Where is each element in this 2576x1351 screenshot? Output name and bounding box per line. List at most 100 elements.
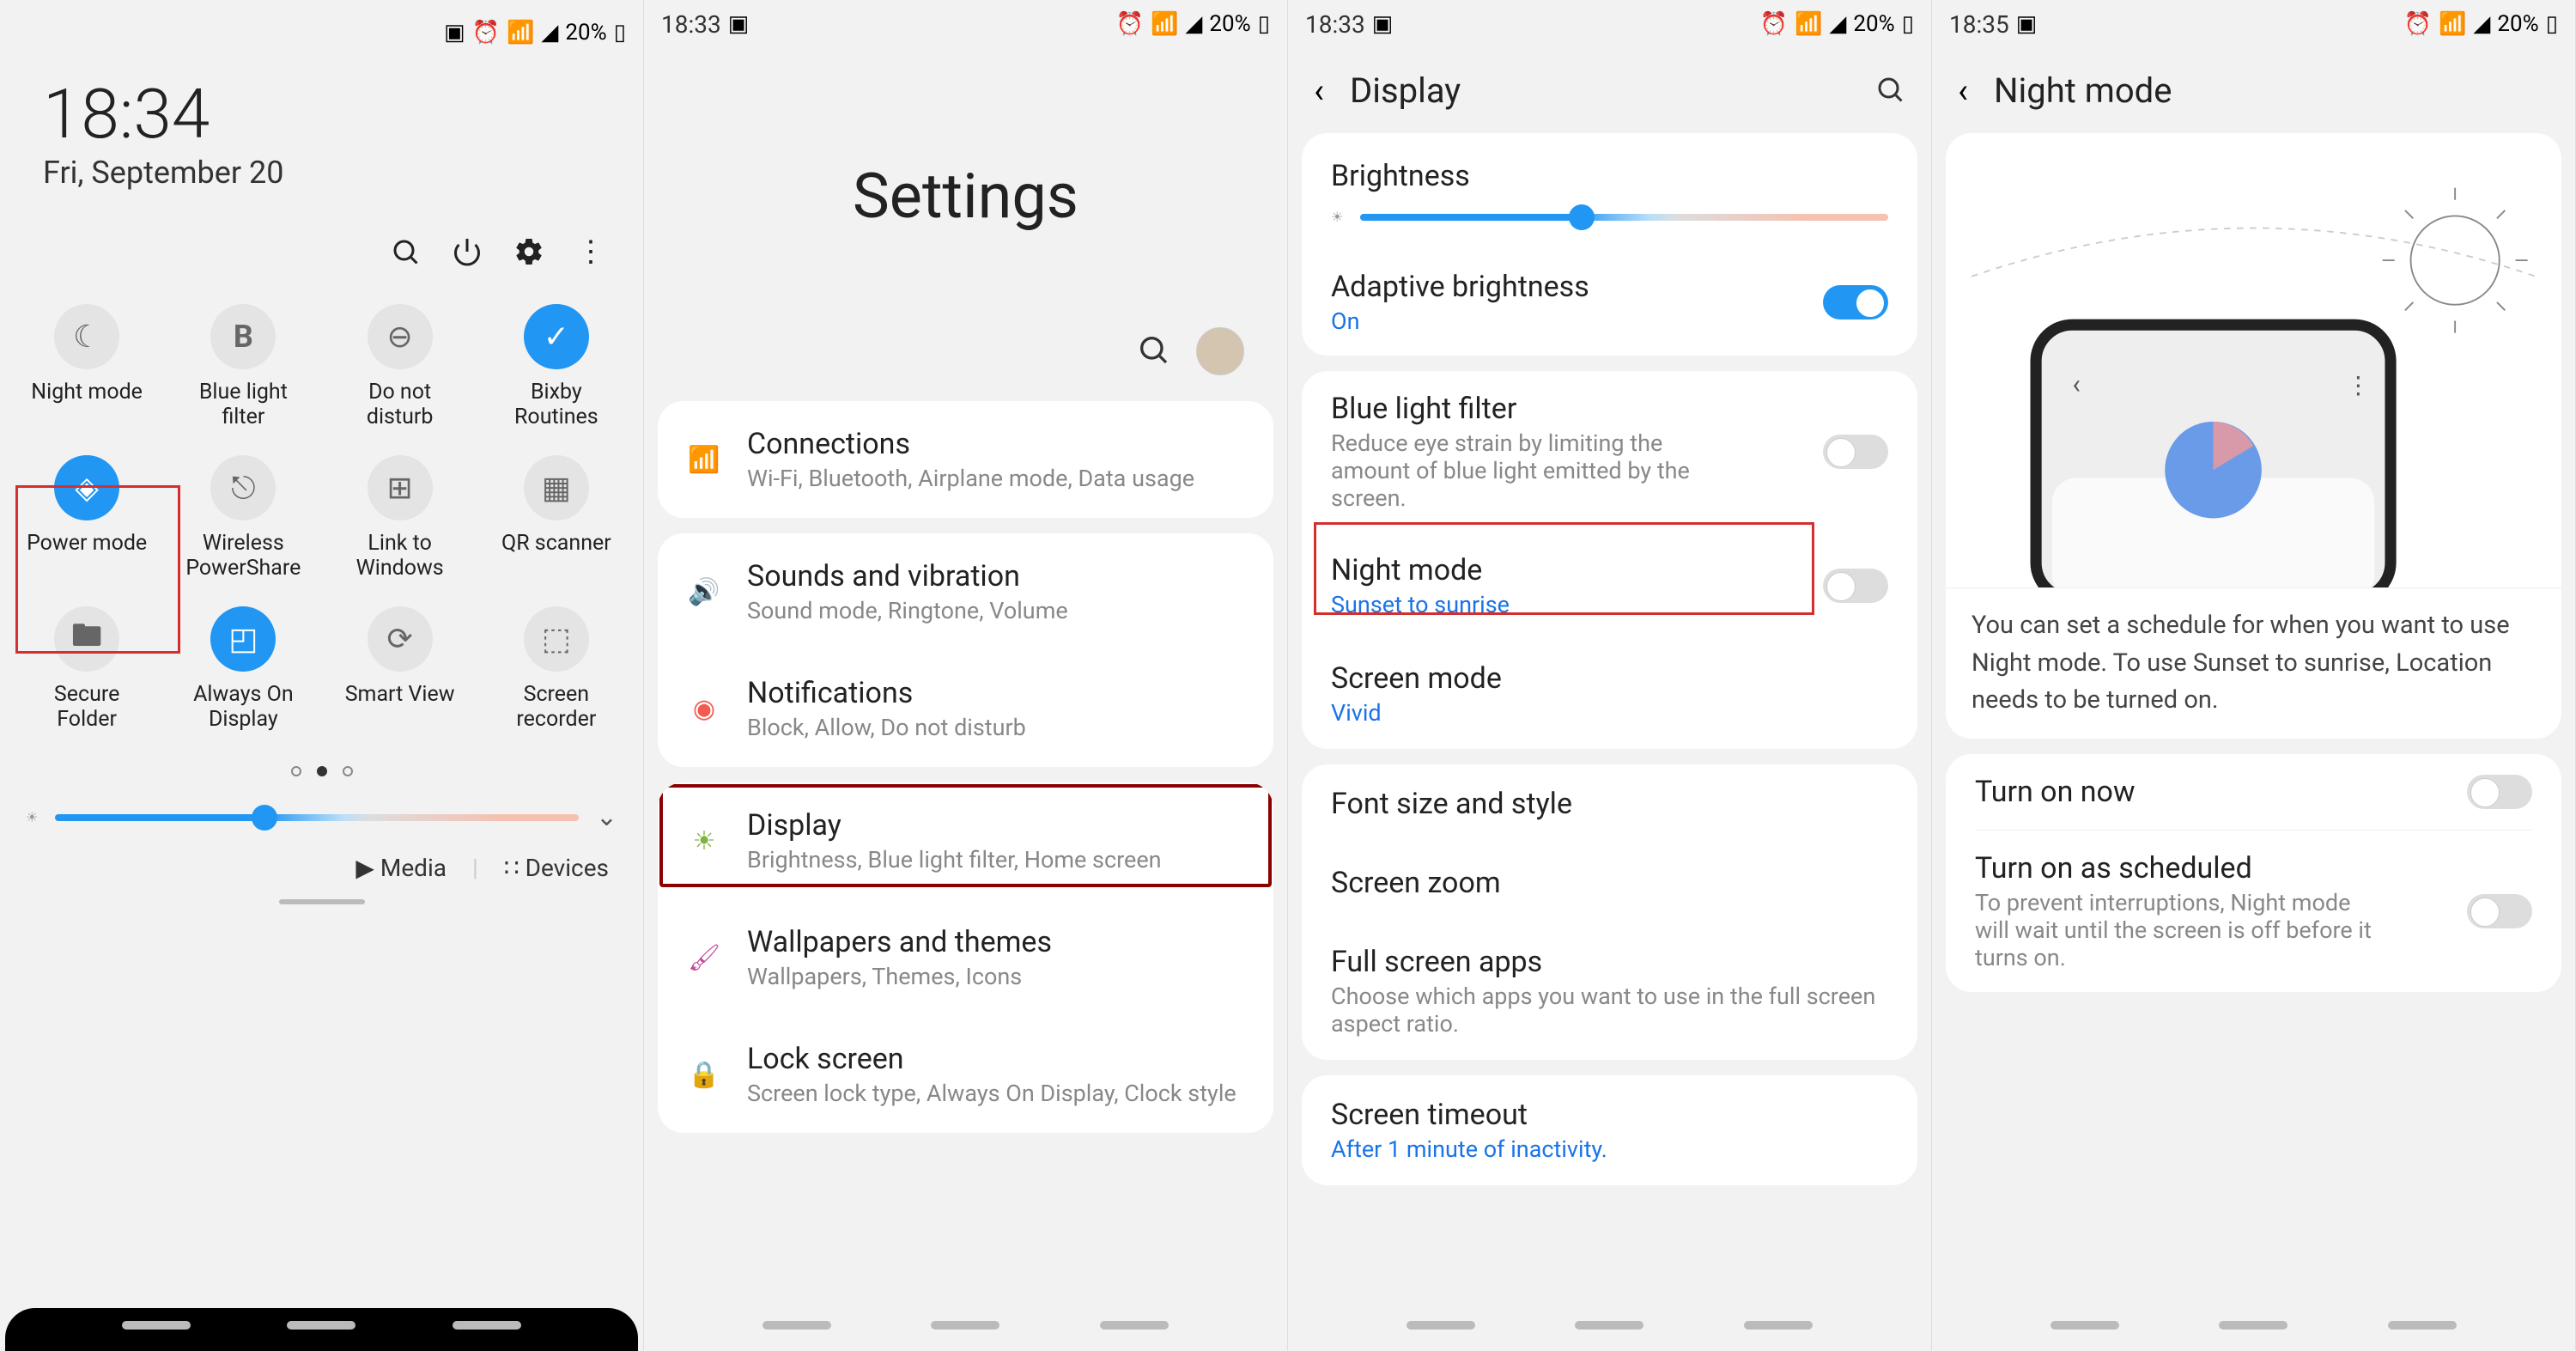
brightness-icon: ☀ — [1331, 209, 1343, 225]
chevron-down-icon[interactable]: ⌄ — [596, 802, 617, 832]
drag-handle[interactable] — [279, 899, 365, 904]
night-mode-toggle[interactable] — [1823, 569, 1888, 603]
blue-light-row[interactable]: Blue light filterReduce eye strain by li… — [1302, 371, 1917, 532]
screenshot-icon: ▣ — [728, 11, 750, 37]
nav-bar — [5, 1308, 638, 1351]
battery-icon: ▯ — [2546, 11, 2558, 37]
settings-sounds[interactable]: 🔊 Sounds and vibrationSound mode, Ringto… — [658, 533, 1273, 650]
battery-text: 20% — [1209, 11, 1250, 37]
nav-home[interactable] — [931, 1321, 999, 1330]
status-time: 18:33 — [1305, 10, 1365, 39]
turn-on-now-row[interactable]: Turn on now — [1946, 754, 2561, 830]
clock-time: 18:34 — [43, 74, 609, 155]
search-icon[interactable] — [1136, 332, 1170, 370]
adaptive-toggle[interactable] — [1823, 285, 1888, 319]
status-time: 18:35 — [1949, 10, 2009, 39]
brightness-icon: ☀ — [26, 809, 38, 825]
page-dots[interactable] — [0, 749, 643, 794]
nav-home[interactable] — [2219, 1321, 2287, 1330]
alarm-icon: ⏰ — [472, 20, 500, 46]
avatar[interactable] — [1196, 327, 1244, 375]
qs-smart-view[interactable]: ⟳Smart View — [322, 598, 478, 740]
devices-button[interactable]: ∷ Devices — [504, 854, 609, 882]
schedule-row[interactable]: Turn on as scheduledTo prevent interrupt… — [1946, 831, 2561, 992]
qs-dnd[interactable]: ⊖Do not disturb — [322, 295, 478, 438]
wifi-icon: 📶 — [1151, 11, 1178, 37]
nav-back[interactable] — [453, 1321, 521, 1330]
back-icon[interactable]: ‹ — [1314, 70, 1324, 111]
screen-zoom-row[interactable]: Screen zoom — [1302, 843, 1917, 922]
power-icon[interactable] — [449, 234, 485, 270]
nav-recent[interactable] — [122, 1321, 191, 1330]
qs-bixby[interactable]: ✓Bixby Routines — [478, 295, 635, 438]
svg-text:⋮: ⋮ — [2346, 371, 2370, 399]
font-size-row[interactable]: Font size and style — [1302, 764, 1917, 843]
brightness-label: Brightness — [1302, 133, 1917, 209]
theme-icon: 🖌 — [687, 940, 721, 975]
alarm-icon: ⏰ — [2404, 11, 2432, 37]
svg-text:‹: ‹ — [2072, 368, 2081, 400]
settings-notifications[interactable]: ◉ NotificationsBlock, Allow, Do not dist… — [658, 650, 1273, 767]
lock-icon: 🔒 — [687, 1057, 721, 1092]
qs-qr[interactable]: ▦QR scanner — [478, 447, 635, 589]
highlight-display — [659, 784, 1272, 887]
battery-text: 20% — [565, 20, 606, 46]
battery-text: 20% — [2497, 11, 2538, 37]
nav-back[interactable] — [1100, 1321, 1169, 1330]
night-mode-panel: 18:35 ▣ ⏰ 📶 ◢ 20% ▯ ‹ Night mode ‹ ⋮ You… — [1932, 0, 2576, 1351]
nav-recent[interactable] — [1406, 1321, 1475, 1330]
nav-recent[interactable] — [2050, 1321, 2119, 1330]
nav-home[interactable] — [287, 1321, 355, 1330]
wifi-icon: 📶 — [687, 442, 721, 477]
back-icon[interactable]: ‹ — [1958, 70, 1968, 111]
signal-icon: ◢ — [1185, 11, 1202, 37]
brightness-slider-row[interactable]: ☀ ⌄ — [0, 794, 643, 841]
battery-icon: ▯ — [1258, 11, 1270, 37]
qs-aod[interactable]: ◰Always On Display — [165, 598, 321, 740]
nav-home[interactable] — [1575, 1321, 1643, 1330]
highlight-night-mode-row — [1314, 522, 1814, 615]
settings-wallpapers[interactable]: 🖌 Wallpapers and themesWallpapers, Theme… — [658, 899, 1273, 1016]
nav-recent[interactable] — [762, 1321, 831, 1330]
page-title: Night mode — [1994, 70, 2549, 111]
adaptive-brightness-row[interactable]: Adaptive brightnessOn — [1302, 249, 1917, 356]
full-screen-row[interactable]: Full screen appsChoose which apps you wa… — [1302, 922, 1917, 1060]
gear-icon[interactable] — [511, 234, 547, 270]
qs-recorder[interactable]: ⬚Screen recorder — [478, 598, 635, 740]
qs-blue-light[interactable]: BBlue light filter — [165, 295, 321, 438]
notification-icon: ◉ — [687, 691, 721, 726]
settings-lockscreen[interactable]: 🔒 Lock screenScreen lock type, Always On… — [658, 1016, 1273, 1133]
wifi-icon: 📶 — [2439, 11, 2466, 37]
brightness-slider[interactable]: ☀ — [1302, 209, 1917, 249]
schedule-toggle[interactable] — [2467, 894, 2532, 928]
status-time: 18:33 — [661, 10, 721, 39]
battery-icon: ▯ — [1902, 11, 1914, 37]
more-icon[interactable]: ⋮ — [573, 234, 609, 270]
illustration: ‹ ⋮ — [1946, 133, 2561, 588]
battery-text: 20% — [1853, 11, 1894, 37]
qs-powershare[interactable]: ⎋Wireless PowerShare — [165, 447, 321, 589]
media-button[interactable]: ▶ Media — [355, 854, 447, 882]
page-title: Display — [1350, 70, 1849, 111]
turn-on-toggle[interactable] — [2467, 775, 2532, 809]
alarm-icon: ⏰ — [1760, 11, 1788, 37]
screenshot-icon: ▣ — [1372, 11, 1394, 37]
screen-mode-row[interactable]: Screen modeVivid — [1302, 639, 1917, 749]
signal-icon: ◢ — [541, 20, 558, 46]
status-bar: ▣ ⏰ 📶 ◢ 20% ▯ — [0, 0, 643, 48]
notification-panel: ▣ ⏰ 📶 ◢ 20% ▯ 18:34 Fri, September 20 ⋮ … — [0, 0, 644, 1351]
search-icon[interactable] — [1874, 74, 1905, 108]
battery-icon: ▯ — [614, 20, 626, 46]
page-title: Settings — [644, 48, 1287, 327]
screen-timeout-row[interactable]: Screen timeoutAfter 1 minute of inactivi… — [1302, 1075, 1917, 1185]
sound-icon: 🔊 — [687, 575, 721, 609]
search-icon[interactable] — [387, 234, 423, 270]
nav-back[interactable] — [1744, 1321, 1813, 1330]
display-panel: 18:33 ▣ ⏰ 📶 ◢ 20% ▯ ‹ Display Brightness… — [1288, 0, 1932, 1351]
qs-link-windows[interactable]: ⊞Link to Windows — [322, 447, 478, 589]
nav-back[interactable] — [2388, 1321, 2457, 1330]
qs-night-mode[interactable]: ☾Night mode — [9, 295, 165, 438]
screenshot-icon: ▣ — [2016, 11, 2038, 37]
blue-light-toggle[interactable] — [1823, 435, 1888, 469]
settings-connections[interactable]: 📶 ConnectionsWi-Fi, Bluetooth, Airplane … — [658, 401, 1273, 518]
